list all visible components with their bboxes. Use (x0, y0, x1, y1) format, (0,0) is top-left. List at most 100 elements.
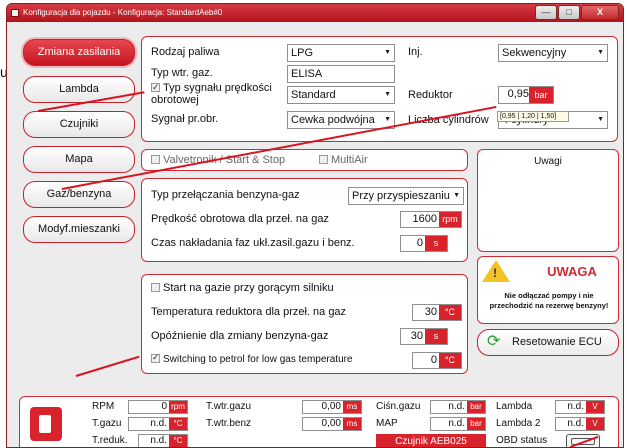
obd-label: OBD status (496, 435, 548, 446)
rpm-signal-checkbox-row[interactable]: Typ sygnału prędkości obrotowej (151, 81, 281, 106)
fuel-type-select[interactable]: LPG ▼ (287, 44, 395, 62)
pgas-readout: n.d. bar (430, 400, 486, 414)
window-controls: — □ X (535, 5, 619, 20)
rpm-signal-label: Sygnał pr.obr. (151, 113, 219, 125)
overlap-field[interactable]: 0s (400, 235, 448, 252)
status-strip: RPM 0 rpm T.gazu n.d. °C T.reduk. n.d. °C T… (19, 396, 619, 447)
map-readout: n.d. bar (430, 417, 486, 431)
title-bar: Konfiguracja dla pojazdu - Konfiguracja:… (7, 4, 623, 22)
rpm-source-value: Cewka podwójna (291, 114, 375, 126)
rpm-readout: 0 rpm (128, 400, 188, 414)
switch-type-select[interactable]: Przy przyspieszaniu ▼ (348, 187, 464, 205)
rpm-value: 0 (161, 401, 167, 412)
tgas-value: n.d. (150, 418, 167, 429)
fuel-type-value: LPG (291, 47, 314, 59)
client-area: Zmiana zasilania Lambda Czujniki Mapa Ga… (7, 22, 623, 447)
rpm-signal-checkbox[interactable] (151, 81, 160, 93)
multiair-checkbox[interactable] (319, 155, 328, 164)
close-button[interactable]: X (581, 5, 619, 20)
hot-start-panel: Start na gazie przy gorącym silniku Temp… (141, 274, 468, 374)
reducer-temp-label: Temperatura reduktora dla przeł. na gaz (151, 306, 347, 318)
nav-modyf-mieszanki[interactable]: Modyf.mieszanki (23, 216, 135, 243)
injector-type-value: ELISA (291, 68, 323, 80)
nav-zmiana-zasilania[interactable]: Zmiana zasilania (23, 39, 135, 66)
twtrbenz-unit: ms (343, 418, 361, 430)
reducer-field[interactable]: 0,95 bar (498, 86, 554, 104)
warning-text: Nie odłączać pompy i nie przechodzić na … (489, 291, 609, 310)
valvetronic-label: Valvetronik / Start & Stop (163, 154, 286, 166)
twtrgaz-readout: 0,00 ms (302, 400, 362, 414)
reducer-tooltip: [0,95 | 1,20 | 1,50] (497, 111, 569, 122)
fuel-type-label: Rodzaj paliwa (151, 46, 220, 58)
minimize-button[interactable]: — (535, 5, 557, 20)
warning-title: UWAGA (547, 264, 597, 279)
twtrgaz-unit: ms (343, 401, 361, 413)
warning-icon-mark: ! (493, 266, 497, 280)
reducer-temp-field[interactable]: 30 °C (412, 304, 462, 321)
notes-panel[interactable]: Uwagi (477, 149, 619, 252)
valvetronic-checkbox[interactable] (151, 155, 160, 164)
map-value: n.d. (448, 418, 465, 429)
reducer-value: 0,95 (507, 88, 529, 100)
multiair-row[interactable]: MultiAir (319, 154, 368, 166)
start-hot-row[interactable]: Start na gazie przy gorącym silniku (151, 282, 334, 294)
chevron-down-icon: ▼ (384, 49, 391, 56)
twtrbenz-value: 0,00 (321, 418, 341, 429)
nav-czujniki[interactable]: Czujniki (23, 111, 135, 138)
tred-value: n.d. (150, 435, 167, 446)
rpm-signal-select[interactable]: Standard ▼ (287, 86, 395, 104)
map-label: MAP (376, 418, 398, 429)
tgas-readout: n.d. °C (128, 417, 188, 431)
window-title: Konfiguracja dla pojazdu - Konfiguracja:… (23, 8, 223, 17)
fuel-pump-shape (39, 415, 51, 433)
twtrbenz-readout: 0,00 ms (302, 417, 362, 431)
config-window: Konfiguracja dla pojazdu - Konfiguracja:… (6, 3, 624, 448)
injector-type-field[interactable]: ELISA (287, 65, 395, 83)
inj-value: Sekwencyjny (502, 47, 567, 59)
nav-mapa[interactable]: Mapa (23, 146, 135, 173)
low-temp-checkbox[interactable] (151, 352, 160, 363)
start-hot-label: Start na gazie przy gorącym silniku (163, 282, 334, 294)
overlap-value: 0 (416, 237, 423, 249)
lambda2-value: n.d. (567, 418, 584, 429)
lambda2-readout: n.d. V (555, 417, 605, 431)
twtrgaz-value: 0,00 (321, 401, 341, 412)
twtrbenz-label: T.wtr.benz (206, 418, 252, 429)
injector-type-label: Typ wtr. gaz. (151, 67, 213, 79)
overlap-unit: s (425, 236, 447, 251)
map-unit: bar (467, 418, 485, 430)
low-temp-label: Switching to petrol for low gas temperat… (163, 354, 353, 365)
obd-icon (566, 434, 600, 447)
switching-panel: Typ przełączania benzyna-gaz Przy przysp… (141, 178, 468, 262)
twtrgaz-label: T.wtr.gazu (206, 401, 252, 412)
app-icon (11, 9, 19, 17)
pgas-unit: bar (467, 401, 485, 413)
switch-rpm-field[interactable]: 1600 rpm (400, 211, 462, 228)
low-temp-field[interactable]: 0 °C (412, 352, 462, 369)
rpm-signal-value: Standard (291, 89, 336, 101)
lambda-label: Lambda (496, 401, 533, 412)
low-temp-row[interactable]: Switching to petrol for low gas temperat… (151, 352, 353, 365)
maximize-button[interactable]: □ (558, 5, 580, 20)
lambda2-unit: V (586, 418, 604, 430)
pgas-value: n.d. (448, 401, 465, 412)
reset-ecu-label: Resetowanie ECU (512, 336, 602, 348)
reducer-unit: bar (529, 87, 553, 103)
nav-lambda[interactable]: Lambda (23, 76, 135, 103)
switch-rpm-value: 1600 (412, 213, 437, 225)
switch-rpm-unit: rpm (439, 212, 461, 227)
start-hot-checkbox[interactable] (151, 283, 160, 292)
lambda-value: n.d. (567, 401, 584, 412)
reducer-temp-value: 30 (424, 306, 437, 318)
chevron-down-icon: ▼ (384, 91, 391, 98)
sensor-badge: Czujnik AEB025 (376, 434, 486, 447)
rpm-source-select[interactable]: Cewka podwójna ▼ (287, 111, 395, 129)
reset-ecu-button[interactable]: ⟳ Resetowanie ECU (477, 329, 619, 356)
delay-field[interactable]: 30 s (400, 328, 448, 345)
inj-select[interactable]: Sekwencyjny ▼ (498, 44, 608, 62)
switch-type-value: Przy przyspieszaniu (352, 190, 450, 202)
lambda-readout: n.d. V (555, 400, 605, 414)
delay-unit: s (425, 329, 447, 344)
notes-title: Uwagi (534, 156, 562, 167)
tred-unit: °C (169, 435, 187, 447)
